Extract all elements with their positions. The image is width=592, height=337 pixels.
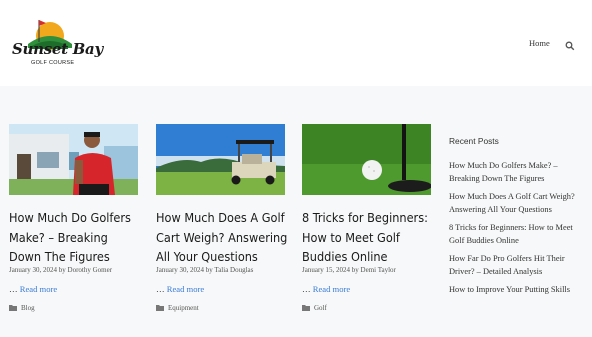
post-card: How Much Do Golfers Make? – Breaking Dow… <box>9 124 138 312</box>
read-more-row: … Read more <box>302 284 350 294</box>
folder-icon <box>9 305 17 311</box>
post-meta: January 30, 2024 by Dorothy Gomer <box>9 266 112 274</box>
post-author[interactable]: Demi Taylor <box>361 266 396 274</box>
sidebar-title: Recent Posts <box>449 136 499 146</box>
post-thumbnail[interactable] <box>156 124 285 195</box>
post-meta: January 30, 2024 by Talia Douglas <box>156 266 253 274</box>
post-date[interactable]: January 15, 2024 <box>302 266 350 274</box>
post-date[interactable]: January 30, 2024 <box>9 266 57 274</box>
post-category: Equipment <box>156 304 199 312</box>
recent-post-link[interactable]: How to Improve Your Putting Skills <box>449 283 579 296</box>
post-category: Blog <box>9 304 35 312</box>
logo-subtitle: GOLF COURSE <box>31 60 75 66</box>
read-more-link[interactable]: Read more <box>313 284 350 294</box>
nav-home-link[interactable]: Home <box>529 38 550 48</box>
recent-posts-list: How Much Do Golfers Make? – Breaking Dow… <box>449 159 579 301</box>
recent-post-link[interactable]: How Much Does A Golf Cart Weigh? Answeri… <box>449 190 579 216</box>
post-category: Golf <box>302 304 327 312</box>
excerpt-ellipsis: … <box>156 284 165 294</box>
logo-title: Sunset Bay <box>12 40 103 58</box>
category-link[interactable]: Golf <box>314 304 327 312</box>
search-icon[interactable] <box>565 38 575 51</box>
post-title[interactable]: How Much Does A Golf Cart Weigh? Answeri… <box>156 208 288 267</box>
post-card: How Much Does A Golf Cart Weigh? Answeri… <box>156 124 287 312</box>
folder-icon <box>302 305 310 311</box>
category-link[interactable]: Equipment <box>168 304 199 312</box>
post-title[interactable]: How Much Do Golfers Make? – Breaking Dow… <box>9 208 141 267</box>
read-more-row: … Read more <box>156 284 204 294</box>
recent-post-link[interactable]: 8 Tricks for Beginners: How to Meet Golf… <box>449 221 579 247</box>
post-title[interactable]: 8 Tricks for Beginners: How to Meet Golf… <box>302 208 434 267</box>
post-author[interactable]: Talia Douglas <box>214 266 253 274</box>
post-meta: January 15, 2024 by Demi Taylor <box>302 266 396 274</box>
read-more-link[interactable]: Read more <box>20 284 57 294</box>
post-thumbnail[interactable] <box>302 124 431 195</box>
post-date[interactable]: January 30, 2024 <box>156 266 204 274</box>
post-author[interactable]: Dorothy Gomer <box>68 266 113 274</box>
post-thumbnail[interactable] <box>9 124 138 195</box>
recent-post-link[interactable]: How Much Do Golfers Make? – Breaking Dow… <box>449 159 579 185</box>
post-card: 8 Tricks for Beginners: How to Meet Golf… <box>302 124 431 312</box>
read-more-link[interactable]: Read more <box>167 284 204 294</box>
category-link[interactable]: Blog <box>21 304 35 312</box>
excerpt-ellipsis: … <box>9 284 18 294</box>
post-by: by <box>351 266 359 274</box>
post-by: by <box>205 266 213 274</box>
recent-post-link[interactable]: How Far Do Pro Golfers Hit Their Driver?… <box>449 252 579 278</box>
post-by: by <box>58 266 66 274</box>
read-more-row: … Read more <box>9 284 57 294</box>
folder-icon <box>156 305 164 311</box>
excerpt-ellipsis: … <box>302 284 311 294</box>
site-header: Sunset Bay GOLF COURSE Home <box>0 0 592 86</box>
